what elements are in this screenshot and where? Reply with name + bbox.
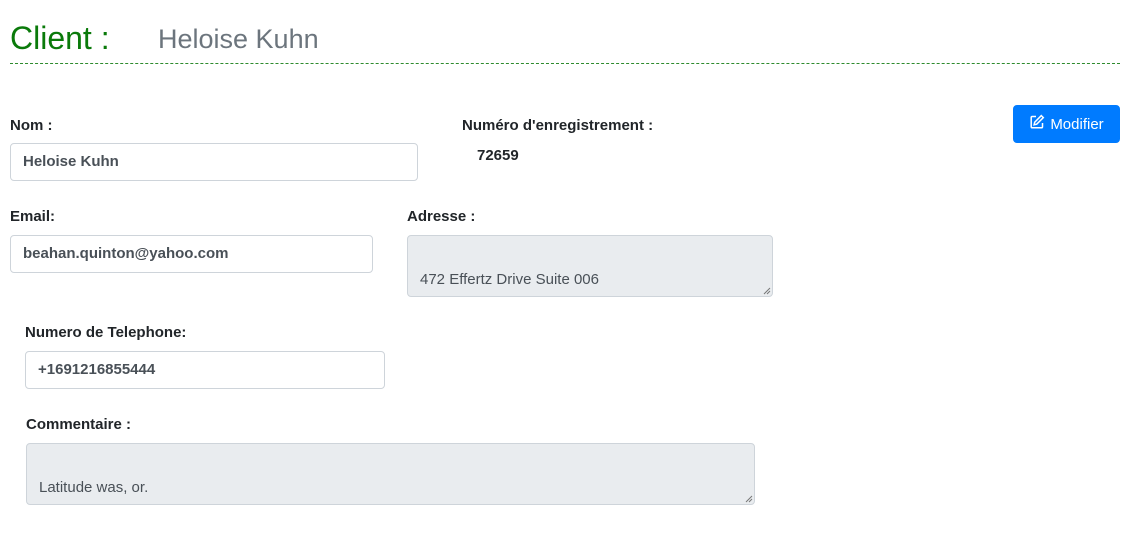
client-name-heading: Heloise Kuhn bbox=[158, 24, 319, 54]
modifier-button-label: Modifier bbox=[1050, 115, 1104, 133]
resize-handle-icon[interactable] bbox=[743, 493, 753, 503]
address-textarea[interactable]: 472 Effertz Drive Suite 006 South Arvel,… bbox=[407, 235, 773, 297]
comment-textarea[interactable]: Latitude was, or. bbox=[26, 443, 755, 505]
registration-number-value: 72659 bbox=[477, 147, 519, 164]
comment-text: Latitude was, or. bbox=[39, 479, 149, 496]
edit-icon bbox=[1029, 114, 1045, 134]
page-title: Client : bbox=[10, 20, 110, 56]
nom-label: Nom : bbox=[10, 117, 53, 134]
comment-label: Commentaire : bbox=[26, 416, 132, 433]
address-label: Adresse : bbox=[407, 208, 476, 225]
address-text: 472 Effertz Drive Suite 006 South Arvel,… bbox=[420, 271, 599, 296]
resize-handle-icon[interactable] bbox=[761, 285, 771, 295]
phone-label: Numero de Telephone: bbox=[25, 324, 187, 341]
email-input[interactable]: beahan.quinton@yahoo.com bbox=[10, 235, 373, 273]
registration-number-label: Numéro d'enregistrement : bbox=[462, 117, 654, 134]
nom-input[interactable]: Heloise Kuhn bbox=[10, 143, 418, 181]
client-detail-page: Client : Heloise Kuhn Modifier Nom : Hel… bbox=[0, 0, 1146, 559]
phone-input[interactable]: +1691216855444 bbox=[25, 351, 385, 389]
email-label: Email: bbox=[10, 208, 56, 225]
modifier-button[interactable]: Modifier bbox=[1013, 105, 1120, 143]
header-divider bbox=[10, 63, 1120, 64]
